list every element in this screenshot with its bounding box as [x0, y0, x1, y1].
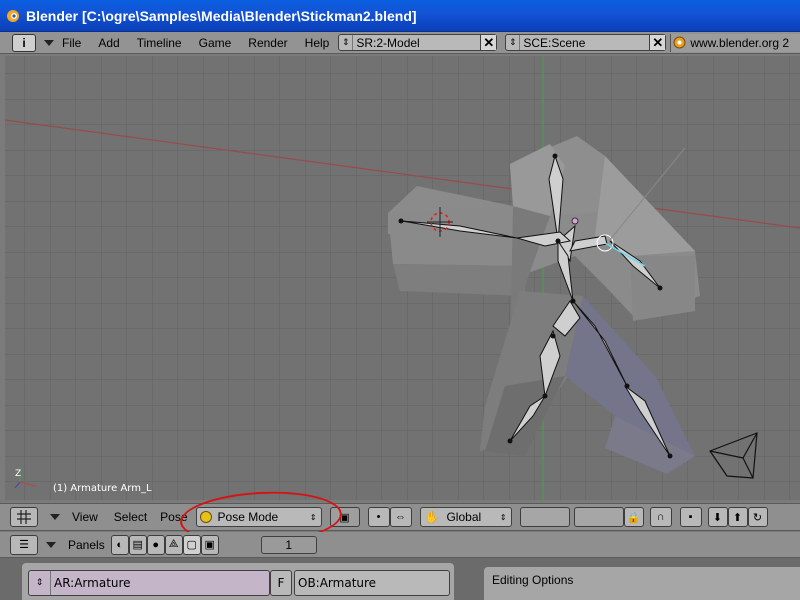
- menu-view[interactable]: View: [72, 510, 98, 524]
- pivot-icon[interactable]: •: [367, 507, 390, 527]
- menu-file[interactable]: File: [62, 36, 81, 50]
- chevron-down-icon[interactable]: [50, 514, 60, 520]
- fake-user-button[interactable]: F: [270, 570, 292, 596]
- browse-icon[interactable]: ⇕: [339, 35, 354, 50]
- scene-canvas[interactable]: Z: [5, 56, 800, 500]
- window-titlebar: Blender [C:\ogre\Samples\Media\Blender\S…: [0, 0, 800, 32]
- hand-icon: ✋: [424, 510, 440, 524]
- window-title: Blender [C:\ogre\Samples\Media\Blender\S…: [26, 7, 417, 24]
- buttons-editor-icon[interactable]: ☰: [10, 534, 38, 555]
- scene-name[interactable]: SCE:Scene: [520, 36, 649, 50]
- chevron-down-icon[interactable]: [44, 39, 54, 46]
- orientation-selector[interactable]: ✋ Global ⇕: [419, 507, 512, 527]
- panels-label: Panels: [68, 537, 105, 552]
- shading-tab-icon[interactable]: ●: [146, 534, 165, 555]
- screen-selector[interactable]: ⇕ SR:2-Model ✕: [338, 34, 498, 51]
- screen-name[interactable]: SR:2-Model: [353, 36, 480, 50]
- info-icon[interactable]: i: [12, 33, 36, 52]
- menu-timeline[interactable]: Timeline: [137, 36, 182, 50]
- chevron-down-icon[interactable]: [46, 541, 56, 548]
- object-tab-icon[interactable]: ⟁: [164, 534, 183, 555]
- browse-icon[interactable]: ⇕: [506, 35, 521, 50]
- buttons-header: ☰ Panels ◐ ▤ ● ⟁ ▢ ▣ 1: [0, 532, 800, 558]
- render-icon[interactable]: ▪: [679, 507, 702, 527]
- object-datablock[interactable]: OB:Armature: [294, 570, 450, 596]
- scene-tab-icon[interactable]: ▣: [200, 534, 219, 555]
- menu-game[interactable]: Game: [199, 36, 232, 50]
- logic-tab-icon[interactable]: ◐: [110, 534, 129, 555]
- editing-tab-icon[interactable]: ▢: [182, 534, 201, 555]
- blender-logo-icon: [7, 9, 19, 22]
- frame-number[interactable]: 1: [260, 535, 317, 554]
- close-icon[interactable]: ✕: [649, 35, 666, 50]
- globe-icon: [673, 36, 686, 49]
- panels-area: ⇕ AR:Armature F OB:Armature Editing Opti…: [0, 558, 800, 600]
- 3d-view-header: View Select Pose Pose Mode ⇕ ▣ • ⇔ ✋ Glo…: [0, 503, 800, 531]
- menu-add[interactable]: Add: [98, 36, 119, 50]
- main-menubar: i File Add Timeline Game Render Help ⇕ S…: [0, 32, 800, 54]
- blender-url[interactable]: www.blender.org 2: [670, 33, 800, 52]
- manipulator-icon[interactable]: ⇔: [389, 507, 412, 527]
- selected-joint[interactable]: [571, 217, 579, 225]
- copy-pose-icon[interactable]: ⬇: [707, 507, 728, 527]
- layers-group-2[interactable]: [573, 507, 624, 527]
- browse-icon[interactable]: ⇕: [29, 571, 51, 595]
- paste-flipped-icon[interactable]: ↻: [747, 507, 768, 527]
- link-materials-panel: ⇕ AR:Armature F OB:Armature: [22, 563, 454, 600]
- scene-selector[interactable]: ⇕ SCE:Scene ✕: [505, 34, 667, 51]
- svg-text:Z: Z: [15, 469, 21, 479]
- magnet-icon[interactable]: ∩: [649, 507, 672, 527]
- viewport-info: (1) Armature Arm_L: [53, 483, 152, 494]
- panel-title: Editing Options: [492, 573, 574, 587]
- menu-help[interactable]: Help: [305, 36, 330, 50]
- paste-pose-icon[interactable]: ⬆: [727, 507, 748, 527]
- layers-group-1[interactable]: [519, 507, 570, 527]
- menu-select[interactable]: Select: [114, 510, 147, 524]
- armature-datablock[interactable]: ⇕ AR:Armature: [28, 570, 270, 596]
- 3d-viewport[interactable]: Z (1) Armature Arm_L: [5, 56, 800, 500]
- lock-icon[interactable]: 🔒: [623, 507, 644, 527]
- editing-options-panel: Editing Options: [484, 567, 800, 600]
- grid-icon[interactable]: [10, 507, 38, 527]
- menu-render[interactable]: Render: [248, 36, 287, 50]
- close-icon[interactable]: ✕: [480, 35, 497, 50]
- script-tab-icon[interactable]: ▤: [128, 534, 147, 555]
